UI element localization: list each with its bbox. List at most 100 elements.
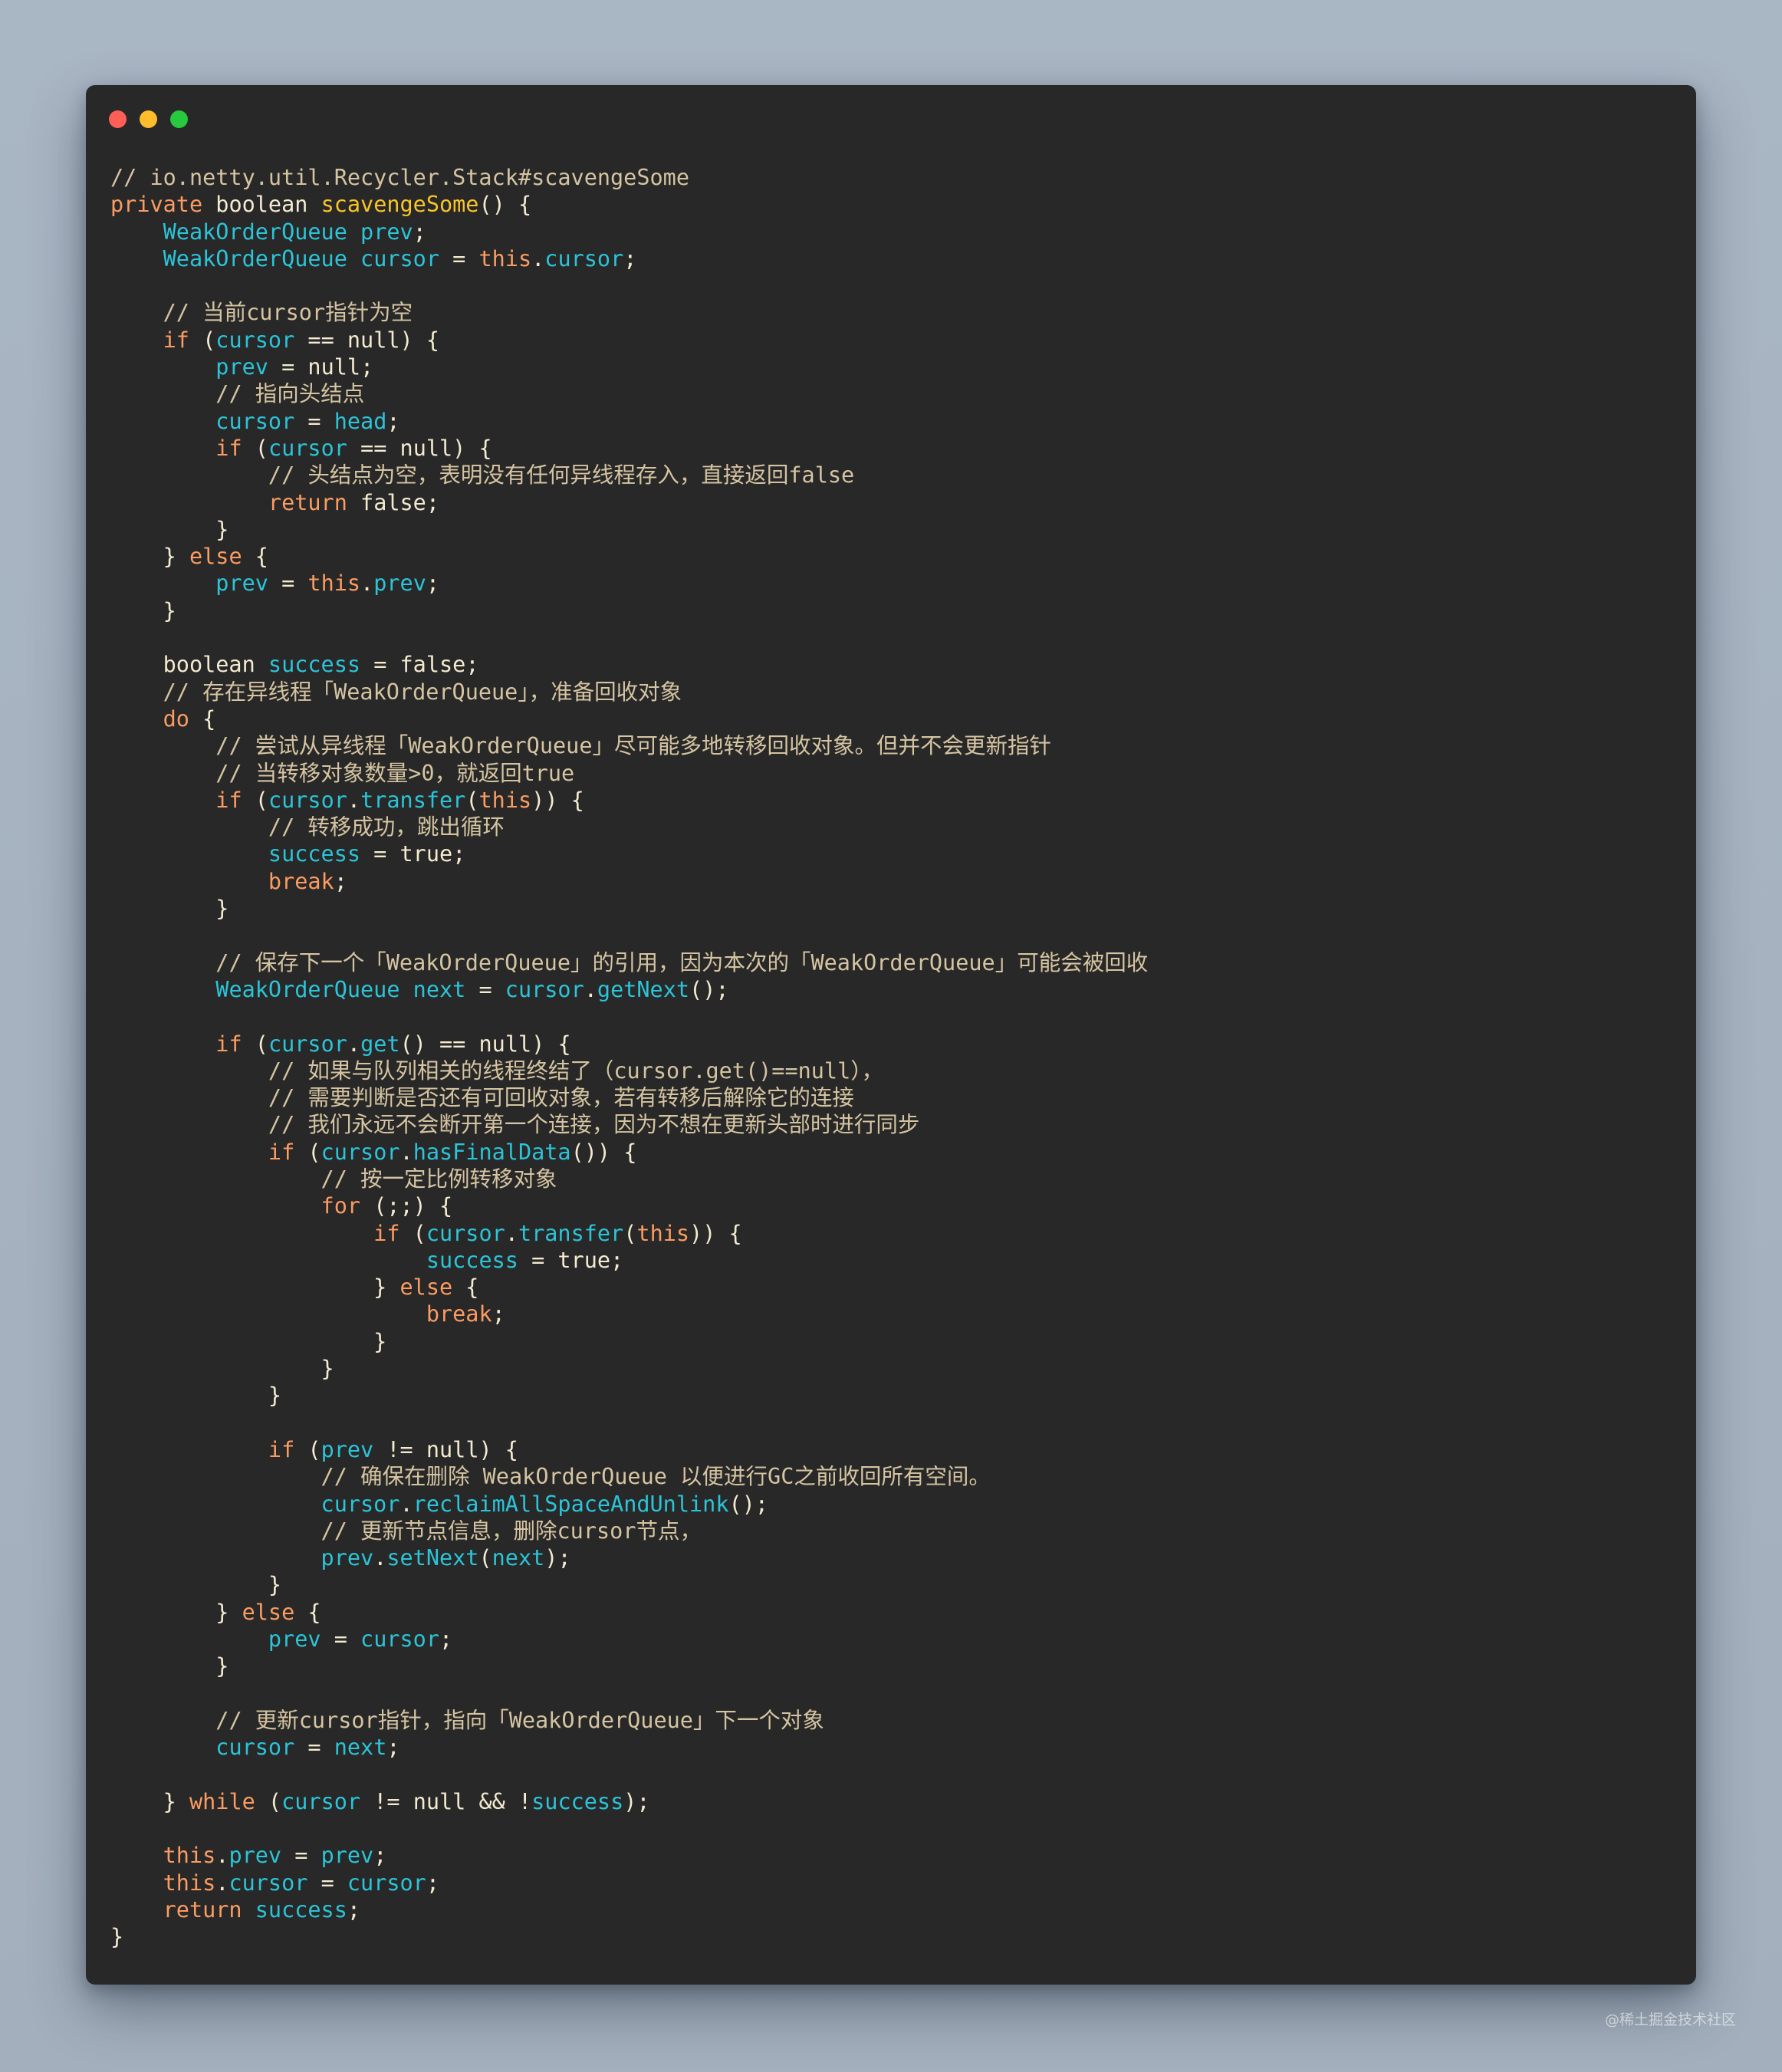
code-token: prev (321, 1436, 374, 1462)
code-token: prev (321, 1545, 374, 1571)
code-token: next (334, 1735, 387, 1761)
code-token: transfer (518, 1220, 624, 1246)
code-line: if (cursor.transfer(this)) { (110, 787, 1148, 814)
minimize-button[interactable] (140, 110, 157, 128)
code-token: ; (386, 1735, 400, 1761)
code-token: . (399, 1139, 413, 1165)
code-token: cursor (281, 1788, 361, 1814)
code-token: ; (334, 868, 347, 894)
code-token: success (531, 1788, 624, 1814)
code-line: // 按一定比例转移对象 (110, 1166, 1148, 1192)
code-line: // 当转移对象数量>0，就返回true (110, 760, 1148, 787)
code-token: this (307, 571, 361, 597)
code-line: // 如果与队列相关的线程终结了（cursor.get()==null）， (110, 1057, 1148, 1084)
code-token: next (413, 976, 466, 1002)
code-token: cursor (215, 1735, 295, 1761)
code-line: WeakOrderQueue next = cursor.getNext(); (110, 976, 1148, 1003)
code-token: break (268, 868, 334, 894)
code-line: // 指向头结点 (110, 380, 1148, 407)
code-token: null (347, 327, 400, 353)
code-token: = (465, 976, 505, 1002)
code-line: // 当前cursor指针为空 (110, 299, 1148, 326)
code-line: } (110, 1653, 1148, 1679)
code-token: // 指向头结点 (215, 381, 365, 407)
code-line: do { (110, 705, 1148, 732)
code-token: = (294, 408, 334, 434)
code-token: if (163, 327, 189, 353)
zoom-button[interactable] (170, 110, 188, 128)
code-token: (); (689, 976, 729, 1002)
code-block: // io.netty.util.Recycler.Stack#scavenge… (110, 164, 1148, 1951)
code-token: while (189, 1788, 255, 1814)
code-token: ( (294, 1139, 321, 1165)
code-line: // 转移成功，跳出循环 (110, 814, 1148, 840)
code-token: cursor (321, 1491, 400, 1517)
code-line: for (;;) { (110, 1192, 1148, 1219)
code-token: null (426, 1436, 479, 1462)
code-token: success (268, 841, 361, 867)
code-token: success (268, 652, 361, 678)
code-token: return (163, 1897, 242, 1922)
code-token: ) { (452, 435, 492, 461)
code-token: ); (623, 1788, 650, 1814)
close-button[interactable] (109, 110, 127, 128)
code-token: cursor (360, 1626, 439, 1653)
code-token: { (294, 1599, 321, 1625)
code-token: prev (268, 1626, 321, 1653)
code-line: } (110, 597, 1148, 624)
code-line: } else { (110, 1274, 1148, 1301)
code-token: ; (426, 489, 439, 515)
code-line: prev = null; (110, 354, 1148, 380)
code-line: } else { (110, 1599, 1148, 1626)
code-token: // 如果与队列相关的线程终结了（cursor.get()==null）， (268, 1057, 883, 1084)
code-token: && ! (465, 1788, 532, 1814)
code-token: () { (478, 192, 532, 218)
code-token: } (163, 544, 189, 570)
code-token: if (373, 1220, 400, 1246)
code-token: success (255, 1897, 347, 1922)
code-token: ) { (531, 1031, 571, 1057)
code-line: this.cursor = cursor; (110, 1870, 1148, 1896)
code-token: // 按一定比例转移对象 (321, 1166, 557, 1192)
code-token: )) { (689, 1220, 742, 1246)
code-token: . (215, 1843, 229, 1869)
code-line: } (110, 1355, 1148, 1382)
code-token: { (452, 1274, 479, 1301)
code-token: private (110, 192, 203, 218)
code-token: = (294, 1735, 334, 1761)
code-line: WeakOrderQueue prev; (110, 219, 1148, 245)
code-token: = (268, 354, 308, 380)
code-line: if (cursor == null) { (110, 327, 1148, 354)
code-token: } (163, 1788, 189, 1814)
code-token: false (399, 652, 466, 678)
code-line: // 存在异线程「WeakOrderQueue」，准备回收对象 (110, 679, 1148, 705)
code-token: ( (242, 435, 268, 461)
code-token: ; (347, 1897, 361, 1922)
code-token: cursor (360, 245, 439, 271)
code-token: // 需要判断是否还有可回收对象，若有转移后解除它的连接 (268, 1085, 854, 1111)
code-token: = (439, 245, 479, 271)
code-token: == (347, 435, 400, 461)
code-token: } (215, 1599, 242, 1625)
code-token: this (478, 787, 532, 813)
